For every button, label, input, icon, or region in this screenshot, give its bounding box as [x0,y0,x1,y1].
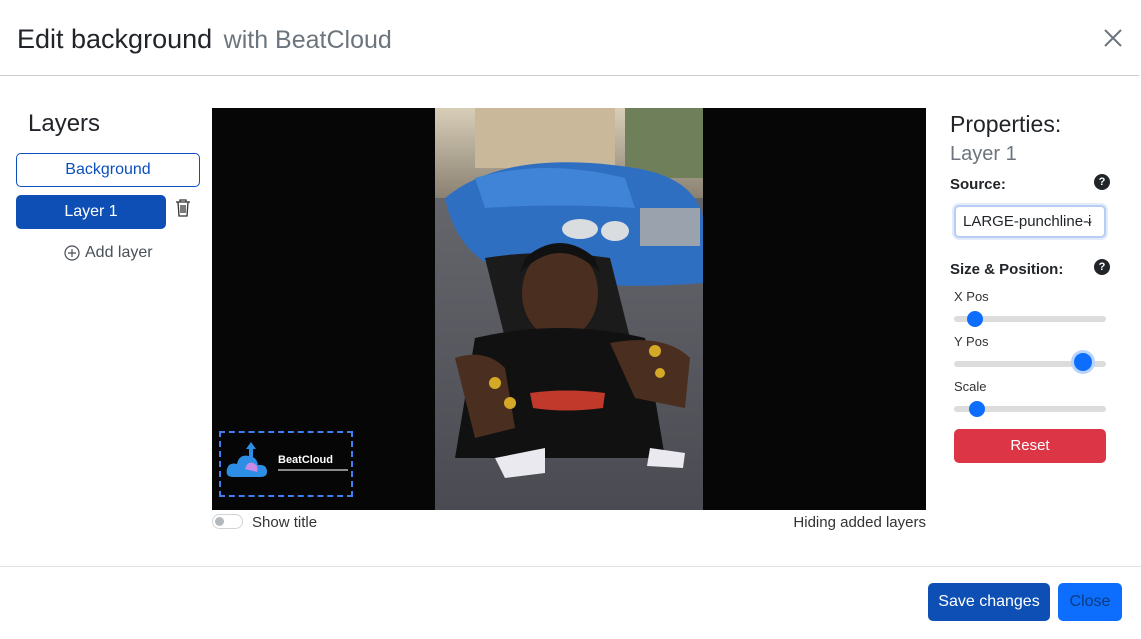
show-title-label: Show title [252,514,318,531]
background-photo [435,108,703,510]
cloud-logo-icon [226,442,267,477]
modal-title: Edit background with BeatCloud [17,22,392,57]
y-pos-label: Y Pos [954,334,989,349]
properties-layer-name: Layer 1 [950,143,1017,165]
title-main: Edit background [17,24,213,54]
reset-button[interactable]: Reset [954,429,1106,463]
x-pos-label: X Pos [954,289,989,304]
title-subtitle: with BeatCloud [223,26,392,54]
scale-thumb[interactable] [968,401,985,417]
modal-footer-divider [0,566,1141,567]
preview-canvas: BeatCloud [212,108,926,510]
add-layer-button[interactable]: Add layer [64,244,153,262]
close-button[interactable]: Close [1058,583,1122,621]
y-pos-thumb[interactable] [1074,353,1093,371]
logo-text: BeatCloud [278,454,333,466]
hiding-layers-status: Hiding added layers [793,514,926,531]
help-icon[interactable]: ? [1094,259,1110,275]
logo-tagline [278,469,348,471]
size-position-label: Size & Position: [950,261,1064,278]
layer-item-layer-1[interactable]: Layer 1 [16,195,166,229]
modal-header: Edit background with BeatCloud [0,0,1139,76]
source-select[interactable]: LARGE-punchline-i ⌄ [954,205,1106,238]
plus-circle-icon [64,245,80,261]
x-pos-slider[interactable] [954,311,1106,327]
show-title-toggle[interactable] [212,514,243,529]
trash-icon[interactable] [175,199,191,217]
scale-label: Scale [954,379,987,394]
y-pos-slider[interactable] [954,353,1106,371]
save-changes-button[interactable]: Save changes [928,583,1050,621]
scale-slider[interactable] [954,401,1106,417]
add-layer-label: Add layer [85,244,153,261]
x-pos-thumb[interactable] [967,311,984,327]
chevron-down-icon: ⌄ [1084,215,1094,227]
layer-item-background[interactable]: Background [16,153,200,187]
help-icon[interactable]: ? [1094,174,1110,190]
properties-heading: Properties: [950,111,1062,137]
logo-layer[interactable]: BeatCloud [219,431,353,497]
source-value: LARGE-punchline-i [963,213,1092,230]
close-icon[interactable] [1101,26,1125,50]
source-label: Source: [950,176,1006,193]
layers-heading: Layers [28,110,101,137]
